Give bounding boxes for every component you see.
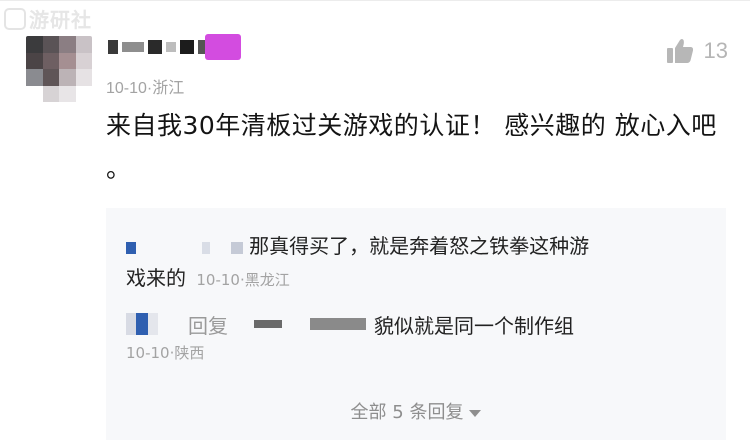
username-redacted <box>202 241 211 254</box>
divider <box>0 0 750 1</box>
username-redacted[interactable] <box>108 33 208 61</box>
username-redacted <box>136 313 148 335</box>
like-button[interactable]: 13 <box>666 38 728 64</box>
reply-text: 貌似就是同一个制作组 <box>374 313 574 338</box>
reply-item[interactable]: 回复 貌似就是同一个制作组 <box>126 306 706 342</box>
reply-box: 那真得买了，就是奔着怒之铁拳这种游 戏来的 10-10·黑龙江 回复 貌似就是同… <box>106 208 726 440</box>
reply-text-line2: 戏来的 <box>126 266 186 290</box>
comment-meta: 10-10·浙江 <box>106 80 185 97</box>
comment-text: 来自我30年清板过关游戏的认证！ 感兴趣的 放心入吧 。 <box>106 111 717 183</box>
comment-screen: 游研社 13 10-10·浙江 来自我30年清板过关游戏的认证！ 感兴趣的 放心… <box>0 0 750 447</box>
username-redacted <box>126 241 136 254</box>
reply-item[interactable]: 那真得买了，就是奔着怒之铁拳这种游 戏来的 10-10·黑龙江 <box>126 230 706 296</box>
username-redacted <box>126 313 136 335</box>
username-redacted <box>148 313 158 335</box>
view-all-replies-label: 全部 5 条回复 <box>350 402 464 423</box>
reply-meta: 10-10·黑龙江 <box>196 271 290 289</box>
brand-logo-icon <box>4 7 26 30</box>
caret-down-icon <box>469 409 482 417</box>
reply-label: 回复 <box>188 313 228 338</box>
like-count: 13 <box>703 38 728 63</box>
username-redacted <box>230 241 243 254</box>
watermark: 游研社 <box>4 4 92 33</box>
avatar[interactable] <box>26 36 92 102</box>
user-badge <box>205 34 241 60</box>
reply-text-line1: 那真得买了，就是奔着怒之铁拳这种游 <box>249 234 590 258</box>
view-all-replies-button[interactable]: 全部 5 条回复 <box>106 398 726 424</box>
thumbs-up-icon <box>666 38 694 64</box>
username-redacted <box>310 318 366 330</box>
reply-meta: 10-10·陕西 <box>126 344 205 362</box>
watermark-text: 游研社 <box>29 8 92 32</box>
username-redacted <box>254 320 282 328</box>
